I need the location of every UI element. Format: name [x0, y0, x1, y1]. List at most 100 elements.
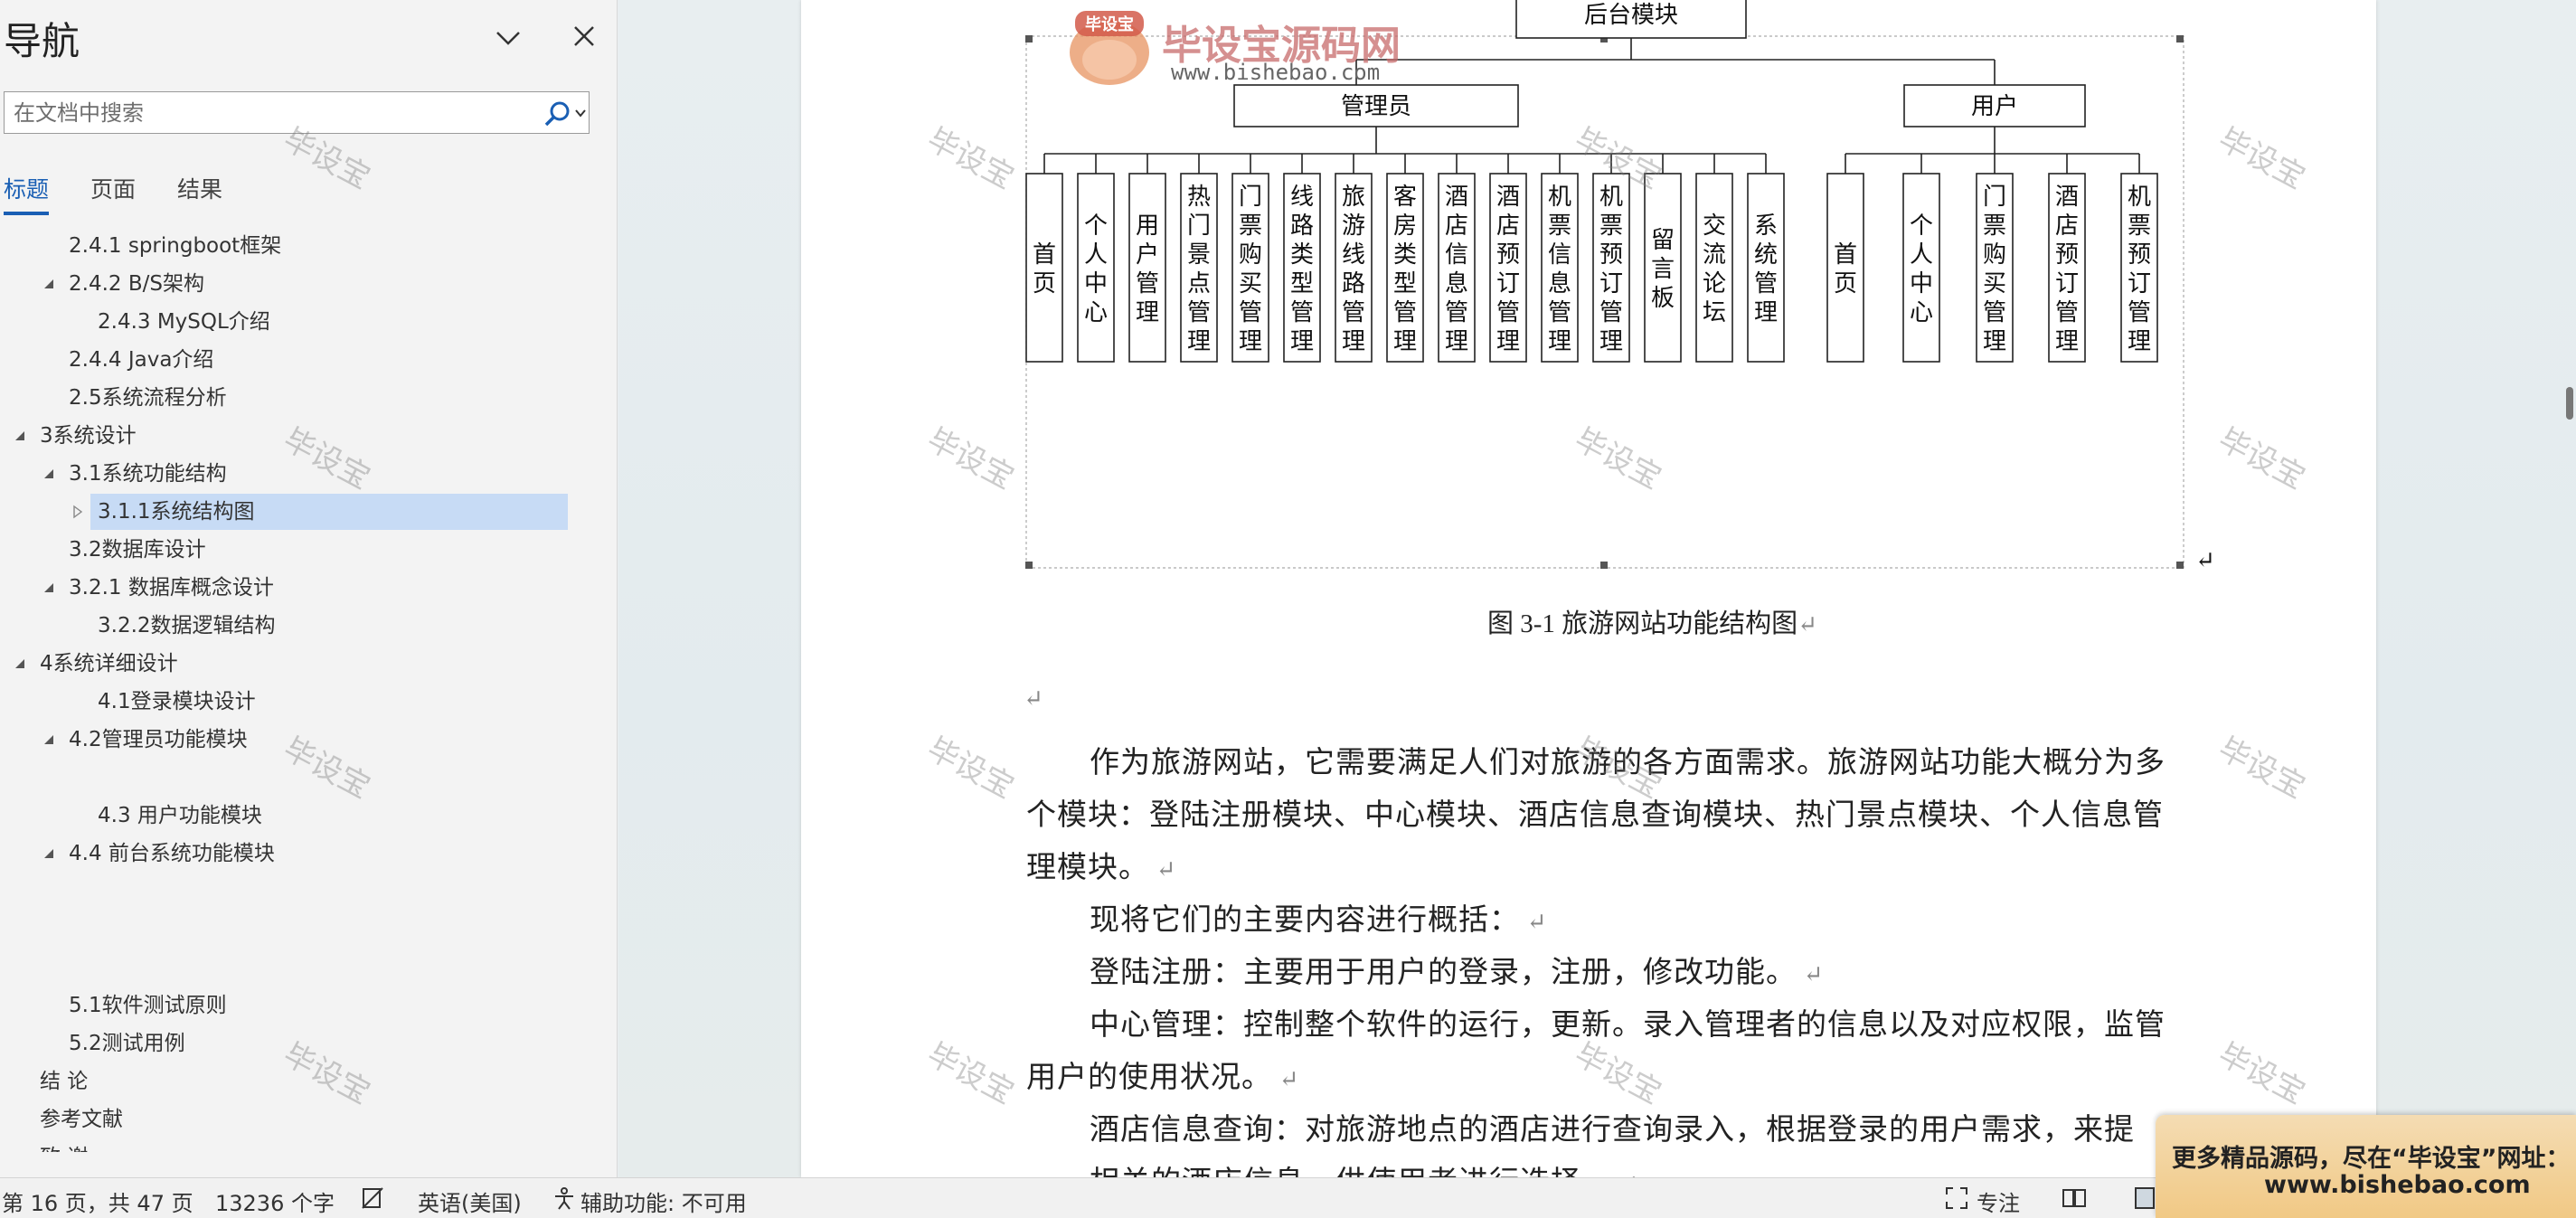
module-box-char: 预 [2128, 241, 2151, 269]
module-box-char: 门 [1187, 212, 1211, 240]
nav-heading-item[interactable]: 2.4.4 Java介绍 [0, 342, 579, 378]
module-box-char: 型 [1393, 270, 1417, 297]
word-count[interactable]: 13236 个字 [215, 1185, 335, 1217]
nav-heading-label: 3.1系统功能结构 [69, 462, 227, 486]
page-count[interactable]: 第 16 页，共 47 页 [2, 1185, 193, 1217]
nav-heading-item[interactable]: 4.4 前台系统功能模块 [0, 836, 579, 872]
module-box-char: 路 [1342, 270, 1365, 297]
nav-heading-item[interactable] [0, 911, 579, 948]
expanded-caret-icon[interactable] [42, 846, 56, 861]
module-box-char: 理 [1187, 328, 1211, 355]
module-box-char: 中 [1910, 270, 1933, 297]
logo-url: www.bishebao.com [1171, 60, 1381, 85]
heading-tree: 2.4.1 springboot框架 2.4.2 B/S架构 2.4.3 MySQL… [0, 221, 618, 1152]
module-box-char: 订 [1496, 270, 1520, 297]
promo-url[interactable]: www.bishebao.com [2264, 1171, 2531, 1199]
tab-results[interactable]: 结果 [177, 172, 222, 212]
module-box-char: 机 [1548, 184, 1571, 211]
paragraph-mark-icon: ↵ [1612, 1171, 1639, 1177]
nav-heading-item[interactable]: 致 谢 [0, 1139, 579, 1152]
paragraph-text: 个模块：登陆注册模块、中心模块、酒店信息查询模块、热门景点模块、个人信息管 [1026, 799, 2164, 832]
expanded-caret-icon[interactable] [13, 656, 27, 671]
read-mode-icon[interactable] [2062, 1185, 2087, 1211]
nav-heading-item[interactable]: 2.4.1 springboot框架 [0, 228, 579, 264]
document-page[interactable]: 后台模块 管理员 用户首页个人中心用户管理热门景点管理门票购买管理线路类型管理旅游线… [801, 0, 2376, 1177]
nav-heading-item[interactable]: 3.1系统功能结构 [0, 456, 579, 492]
nav-heading-label: 3.2.1 数据库概念设计 [69, 576, 274, 600]
module-box-char: 首 [1033, 241, 1056, 269]
selection-handle [1025, 35, 1033, 42]
nav-heading-item[interactable]: 5.1软件测试原则 [0, 987, 579, 1024]
nav-heading-item[interactable]: 3.1.1系统结构图 [73, 494, 568, 530]
nav-heading-label: 4.4 前台系统功能模块 [69, 842, 275, 865]
nav-heading-label: 2.4.4 Java介绍 [69, 348, 214, 372]
close-icon[interactable] [566, 18, 602, 54]
expanded-caret-icon[interactable] [42, 467, 56, 481]
module-box-char: 息 [1548, 270, 1571, 297]
tab-headings[interactable]: 标题 [4, 172, 50, 215]
module-box-char: 类 [1393, 241, 1417, 269]
print-layout-icon[interactable] [2132, 1185, 2157, 1211]
module-box-char: 机 [1599, 184, 1623, 211]
module-box-char: 管 [2128, 299, 2151, 326]
expanded-caret-icon[interactable] [42, 732, 56, 747]
accessibility-icon[interactable] [552, 1185, 577, 1211]
search-options-icon[interactable] [574, 107, 587, 119]
nav-heading-label: 4.1登录模块设计 [98, 690, 256, 713]
chevron-down-icon[interactable] [490, 20, 526, 56]
nav-heading-item[interactable]: 2.5系统流程分析 [0, 380, 579, 416]
proofing-icon[interactable] [360, 1185, 385, 1211]
module-box-char: 线 [1290, 184, 1314, 211]
expanded-caret-icon[interactable] [42, 581, 56, 595]
selection-handle [1600, 562, 1608, 569]
collapsed-caret-icon[interactable] [71, 505, 85, 519]
expanded-caret-icon[interactable] [42, 277, 56, 291]
module-box-char: 信 [1548, 241, 1571, 269]
function-structure-diagram: 后台模块管理员 用户首页个人中心用户管理热门景点管理门票购买管理线路类型管理旅游线… [1025, 0, 2215, 574]
nav-heading-item[interactable] [0, 949, 579, 986]
module-box-char: 用 [1136, 212, 1159, 240]
module-box-char: 理 [1445, 328, 1468, 355]
module-box-char: 管 [1239, 299, 1262, 326]
nav-heading-item[interactable]: 3.2.1 数据库概念设计 [0, 570, 579, 606]
nav-heading-item[interactable]: 4.1登录模块设计 [0, 684, 579, 720]
module-box-char: 门 [1983, 184, 2006, 211]
module-box-char: 理 [1136, 299, 1159, 326]
logo-badge-icon: 毕设宝 [1070, 11, 1149, 85]
paragraph-mark-icon: ↵ [1272, 1066, 1300, 1092]
admin-box-label: 管理员 [1341, 93, 1411, 120]
paragraph-mark-icon: ↵ [1797, 961, 1825, 987]
nav-heading-label: 4系统详细设计 [40, 652, 178, 675]
module-box-char: 论 [1703, 270, 1726, 297]
module-box-char: 人 [1910, 241, 1933, 269]
module-box-char: 理 [1496, 328, 1520, 355]
nav-heading-item[interactable]: 参考文献 [0, 1101, 579, 1138]
paragraph-line: 用户的使用状况。 ↵ [1026, 1053, 1299, 1096]
nav-heading-label: 3.1.1系统结构图 [98, 500, 255, 524]
search-icon[interactable] [543, 99, 572, 128]
nav-heading-item[interactable]: 3.2数据库设计 [0, 532, 579, 568]
module-box-char: 购 [1239, 241, 1262, 269]
module-box-char: 旅 [1342, 184, 1365, 211]
nav-heading-item[interactable]: 3.2.2数据逻辑结构 [0, 608, 579, 644]
accessibility-status[interactable]: 辅助功能: 不可用 [580, 1185, 747, 1217]
promo-banner[interactable]: 更多精品源码，尽在“毕设宝”网址： www.bishebao.com [2156, 1115, 2576, 1218]
focus-mode-label[interactable]: 专注 [1977, 1185, 2020, 1217]
module-box-char: 心 [1910, 299, 1933, 326]
nav-heading-item[interactable] [0, 873, 579, 910]
expanded-caret-icon[interactable] [13, 429, 27, 443]
paragraph-mark-icon: ↵ [2195, 547, 2215, 574]
nav-heading-item[interactable]: 2.4.3 MySQL介绍 [0, 304, 579, 340]
language-indicator[interactable]: 英语(美国) [418, 1185, 522, 1217]
module-box-char: 类 [1290, 241, 1314, 269]
selection-handle [1025, 562, 1033, 569]
search-input[interactable] [14, 98, 529, 128]
nav-heading-item[interactable]: 2.4.2 B/S架构 [0, 266, 579, 302]
nav-heading-item[interactable]: 4.3 用户功能模块 [0, 798, 579, 834]
nav-heading-item[interactable]: 4系统详细设计 [0, 646, 579, 682]
paragraph-line: 个模块：登陆注册模块、中心模块、酒店信息查询模块、热门景点模块、个人信息管 [1026, 790, 2164, 834]
vertical-scrollbar-thumb[interactable] [2566, 387, 2573, 420]
tab-pages[interactable]: 页面 [90, 172, 136, 212]
module-box-char: 坛 [1703, 299, 1726, 326]
focus-mode-icon[interactable] [1944, 1185, 1969, 1211]
